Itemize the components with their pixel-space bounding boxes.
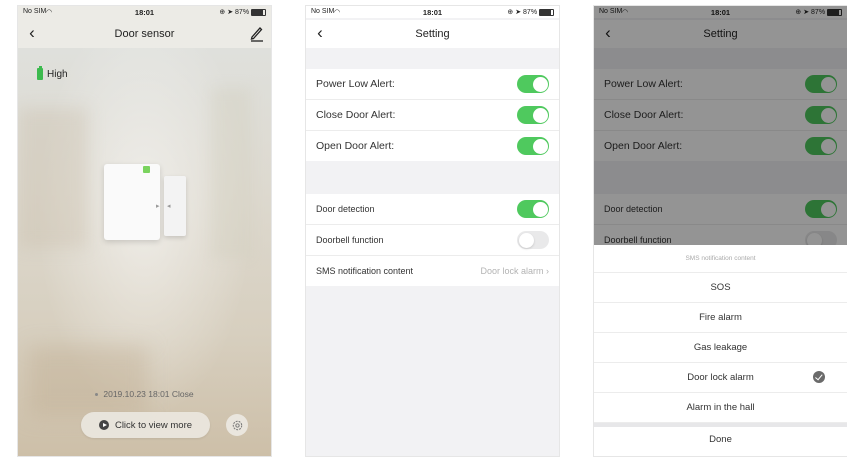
last-event: 2019.10.23 18:01 Close xyxy=(18,389,271,399)
sensor-body-image xyxy=(104,164,160,240)
option-label: Gas leakage xyxy=(693,342,748,353)
last-event-text: 2019.10.23 18:01 Close xyxy=(103,389,194,399)
alert-settings-group: Power Low Alert: Close Door Alert: Open … xyxy=(306,69,559,161)
sms-notification-label: SMS notification content xyxy=(316,266,414,276)
doorbell-function-toggle[interactable] xyxy=(517,231,549,249)
settings-button[interactable] xyxy=(226,414,248,436)
battery-status: ⊕ ➤ 87% xyxy=(219,8,266,16)
option-fire-alarm[interactable]: Fire alarm xyxy=(594,303,847,333)
open-door-alert-label: Open Door Alert: xyxy=(316,140,395,152)
arrow-left-icon: ◂ xyxy=(167,203,171,210)
close-door-alert-label: Close Door Alert: xyxy=(316,109,396,121)
battery-status: ⊕ ➤ 87% xyxy=(507,8,554,16)
settings-screen: No SIM ◠ 18:01 ⊕ ➤ 87% ‹ Setting Power L… xyxy=(305,5,560,457)
settings-screen-sms-picker: No SIM ◠ 18:01 ⊕ ➤ 87% ‹ Setting Power L… xyxy=(593,5,847,457)
battery-level-label: High xyxy=(47,68,68,80)
option-door-lock-alarm[interactable]: Door lock alarm xyxy=(594,363,847,393)
door-detection-toggle[interactable] xyxy=(517,200,549,218)
open-door-alert-toggle[interactable] xyxy=(517,137,549,155)
battery-percent: 87% xyxy=(235,9,250,16)
view-more-button[interactable]: Click to view more xyxy=(81,412,210,438)
option-alarm-in-the-hall[interactable]: Alarm in the hall xyxy=(594,393,847,423)
back-chevron-icon[interactable]: ‹ xyxy=(312,23,328,43)
option-label: SOS xyxy=(710,282,731,293)
status-bar: No SIM ◠ 18:01 ⊕ ➤ 87% xyxy=(18,6,271,18)
status-bar: No SIM ◠ 18:01 ⊕ ➤ 87% xyxy=(306,6,559,18)
sms-notification-row[interactable]: SMS notification content Door lock alarm… xyxy=(306,256,559,286)
option-label: Alarm in the hall xyxy=(686,402,755,413)
selected-check-icon xyxy=(813,371,825,383)
done-button[interactable]: Done xyxy=(594,427,847,455)
power-low-alert-toggle[interactable] xyxy=(517,75,549,93)
doorbell-function-label: Doorbell function xyxy=(316,235,384,245)
sms-notification-value-text: Door lock alarm xyxy=(480,266,544,276)
sms-content-action-sheet: SMS notification content SOS Fire alarm … xyxy=(594,245,847,456)
option-sos[interactable]: SOS xyxy=(594,273,847,303)
option-label: Door lock alarm xyxy=(687,372,754,383)
battery-percent: 87% xyxy=(523,9,538,16)
nav-bar: ‹ Setting xyxy=(306,20,559,48)
battery-icon xyxy=(539,8,554,16)
close-door-alert-row: Close Door Alert: xyxy=(306,100,559,131)
edit-pencil-icon[interactable] xyxy=(249,24,265,42)
settings-gear-icon xyxy=(232,420,242,430)
view-more-label: Click to view more xyxy=(114,419,193,431)
page-title: Door sensor xyxy=(114,28,175,40)
door-detection-label: Door detection xyxy=(316,204,375,214)
doorbell-function-row: Doorbell function xyxy=(306,225,559,256)
page-title: Setting xyxy=(415,28,450,40)
function-settings-group: Door detection Doorbell function SMS not… xyxy=(306,194,559,286)
option-label: Fire alarm xyxy=(699,312,742,323)
battery-level-icon xyxy=(37,66,43,80)
power-low-alert-label: Power Low Alert: xyxy=(316,78,395,90)
event-dot-icon xyxy=(95,393,99,397)
sensor-led-indicator xyxy=(143,166,150,173)
battery-level: High xyxy=(37,66,68,80)
battery-icon xyxy=(251,8,266,16)
sms-notification-value: Door lock alarm › xyxy=(480,266,549,276)
open-door-alert-row: Open Door Alert: xyxy=(306,131,559,161)
nav-bar: ‹ Door sensor xyxy=(18,20,271,48)
door-detection-row: Door detection xyxy=(306,194,559,225)
chevron-right-icon: › xyxy=(546,266,549,276)
arrow-right-icon: ▸ xyxy=(156,203,160,210)
close-door-alert-toggle[interactable] xyxy=(517,106,549,124)
door-sensor-screen: No SIM ◠ 18:01 ⊕ ➤ 87% ‹ Door sensor Hig… xyxy=(17,5,272,457)
sheet-title: SMS notification content xyxy=(594,245,847,273)
power-low-alert-row: Power Low Alert: xyxy=(306,69,559,100)
back-chevron-icon[interactable]: ‹ xyxy=(24,23,40,43)
option-gas-leakage[interactable]: Gas leakage xyxy=(594,333,847,363)
play-icon xyxy=(98,420,109,430)
